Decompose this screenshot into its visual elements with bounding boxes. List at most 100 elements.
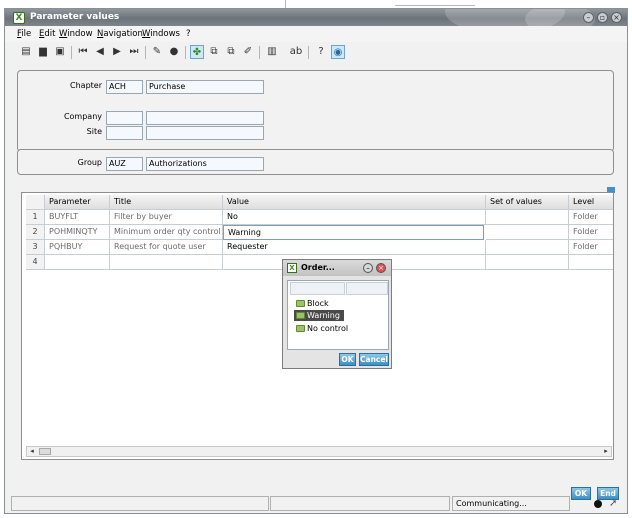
- cell-level[interactable]: Folder: [569, 225, 613, 240]
- cell-set-of-values[interactable]: [486, 255, 569, 270]
- column-header-level[interactable]: Level: [569, 195, 613, 210]
- column-header-title[interactable]: Title: [110, 195, 223, 210]
- help-icon[interactable]: ●: [167, 45, 181, 59]
- row-number: 1: [26, 210, 45, 225]
- cell-level[interactable]: [569, 255, 613, 270]
- question-icon[interactable]: ?: [314, 45, 328, 59]
- menu-window[interactable]: Window: [59, 29, 93, 39]
- scroll-left-icon[interactable]: ◂: [27, 447, 37, 456]
- cell-value-editing[interactable]: Warning: [223, 225, 484, 240]
- row-number: 3: [26, 240, 45, 255]
- background-window-edge: [285, 0, 286, 8]
- list-header: [346, 282, 388, 295]
- next-record-icon[interactable]: ▶: [110, 45, 124, 59]
- preview-icon[interactable]: ▣: [53, 45, 67, 59]
- cell-parameter[interactable]: BUYFLT: [45, 210, 110, 225]
- toolbar: ▤ ▆ ▣ ⏮ ◀ ▶ ⏭ ✎ ● ✤ ⧉ ⧉ ✐ ▥ ab ? ◉: [19, 44, 346, 61]
- toolbar-separator: [259, 46, 260, 59]
- app-logo-icon: X: [13, 12, 25, 24]
- menu-file[interactable]: File: [17, 29, 31, 39]
- window-title: Parameter values: [30, 12, 120, 22]
- popup-title-bar[interactable]: X Order... – ×: [283, 260, 391, 276]
- list-item-label: Block: [307, 299, 329, 308]
- popup-minimize-button[interactable]: –: [363, 263, 373, 273]
- list-item-label: Warning: [307, 311, 340, 320]
- menu-windows[interactable]: Windows: [142, 29, 180, 39]
- cell-set-of-values[interactable]: [486, 225, 569, 240]
- cell-set-of-values[interactable]: [486, 240, 569, 255]
- list-item[interactable]: No control: [294, 323, 352, 334]
- company-label: Company: [63, 112, 102, 121]
- maximize-button[interactable]: ▫: [597, 12, 608, 23]
- chapter-description-field: Purchase: [146, 80, 264, 94]
- navigation-arrow-icon: ➚: [609, 498, 618, 509]
- popup-ok-button[interactable]: OK: [339, 353, 356, 366]
- cell-parameter[interactable]: [45, 255, 110, 270]
- title-bar[interactable]: X Parameter values – ▫ ×: [5, 9, 627, 26]
- selection-icon[interactable]: ✤: [190, 45, 204, 59]
- list-item-selected[interactable]: Warning: [294, 310, 344, 321]
- group-panel: Group AUZ Authorizations: [17, 149, 614, 175]
- order-choice-list: Block Warning No control: [287, 280, 389, 350]
- header-panel: Chapter ACH Purchase Company Site: [17, 70, 614, 152]
- cell-title[interactable]: Request for quote user: [110, 240, 223, 255]
- cell-level[interactable]: Folder: [569, 210, 613, 225]
- list-item-label: No control: [307, 324, 349, 333]
- cell-title[interactable]: Filter by buyer: [110, 210, 223, 225]
- close-button[interactable]: ×: [611, 12, 622, 23]
- first-record-icon[interactable]: ⏮: [76, 45, 90, 59]
- chapter-code-field[interactable]: ACH: [106, 80, 143, 94]
- row-number-header: [26, 195, 45, 210]
- app-logo-icon: X: [287, 263, 297, 273]
- cell-value[interactable]: Requester: [223, 240, 486, 255]
- popup-close-button[interactable]: ×: [376, 263, 386, 273]
- menu-navigation[interactable]: Navigation: [97, 29, 143, 39]
- parameter-values-window: X Parameter values – ▫ × File Edit Windo…: [4, 8, 628, 514]
- status-bar: Communicating... ➚: [5, 496, 627, 513]
- folder-icon: [296, 300, 305, 307]
- scrollbar-thumb[interactable]: [39, 448, 51, 455]
- text-icon[interactable]: ab: [289, 45, 303, 59]
- attachment-icon[interactable]: ✎: [150, 45, 164, 59]
- site-code-field[interactable]: [106, 126, 143, 140]
- cell-parameter[interactable]: PQHBUY: [45, 240, 110, 255]
- cell-title[interactable]: [110, 255, 223, 270]
- row-number: 2: [26, 225, 45, 240]
- menu-edit[interactable]: Edit: [39, 29, 55, 39]
- column-header-value[interactable]: Value: [223, 195, 486, 210]
- duplicate-icon[interactable]: ⧉: [224, 45, 238, 59]
- folder-icon: [296, 312, 305, 319]
- copy-window-icon[interactable]: ⧉: [207, 45, 221, 59]
- group-code-field[interactable]: AUZ: [106, 157, 143, 171]
- cell-level[interactable]: Folder: [569, 240, 613, 255]
- cell-set-of-values[interactable]: [486, 210, 569, 225]
- cell-parameter[interactable]: POHMINQTY: [45, 225, 110, 240]
- edit-icon[interactable]: ✐: [241, 45, 255, 59]
- minimize-button[interactable]: –: [583, 12, 594, 23]
- group-label: Group: [77, 158, 102, 167]
- chapter-label: Chapter: [70, 81, 102, 90]
- company-code-field[interactable]: [106, 111, 143, 125]
- status-segment: [11, 496, 269, 511]
- cell-value[interactable]: No: [223, 210, 486, 225]
- popup-cancel-button[interactable]: Cancel: [359, 353, 389, 366]
- cell-title[interactable]: Minimum order qty control: [110, 225, 223, 240]
- column-header-parameter[interactable]: Parameter: [45, 195, 110, 210]
- previous-record-icon[interactable]: ◀: [93, 45, 107, 59]
- last-record-icon[interactable]: ⏭: [127, 45, 141, 59]
- activity-indicator-icon: [594, 500, 602, 508]
- row-number: 4: [26, 255, 45, 270]
- list-item[interactable]: Block: [294, 298, 333, 309]
- new-document-icon[interactable]: ▤: [19, 45, 33, 59]
- menu-help[interactable]: ?: [186, 29, 191, 39]
- site-label: Site: [86, 127, 102, 136]
- scroll-right-icon[interactable]: ▸: [601, 447, 611, 456]
- list-icon[interactable]: ▥: [265, 45, 279, 59]
- horizontal-scrollbar[interactable]: ◂ ▸: [26, 446, 612, 457]
- column-header-set-of-values[interactable]: Set of values: [486, 195, 569, 210]
- background-window-edge: [395, 5, 475, 6]
- menu-bar: File Edit Window Navigation Windows ?: [5, 26, 627, 42]
- print-icon[interactable]: ▆: [36, 45, 50, 59]
- toolbar-separator: [185, 46, 186, 59]
- refresh-icon[interactable]: ◉: [331, 45, 345, 59]
